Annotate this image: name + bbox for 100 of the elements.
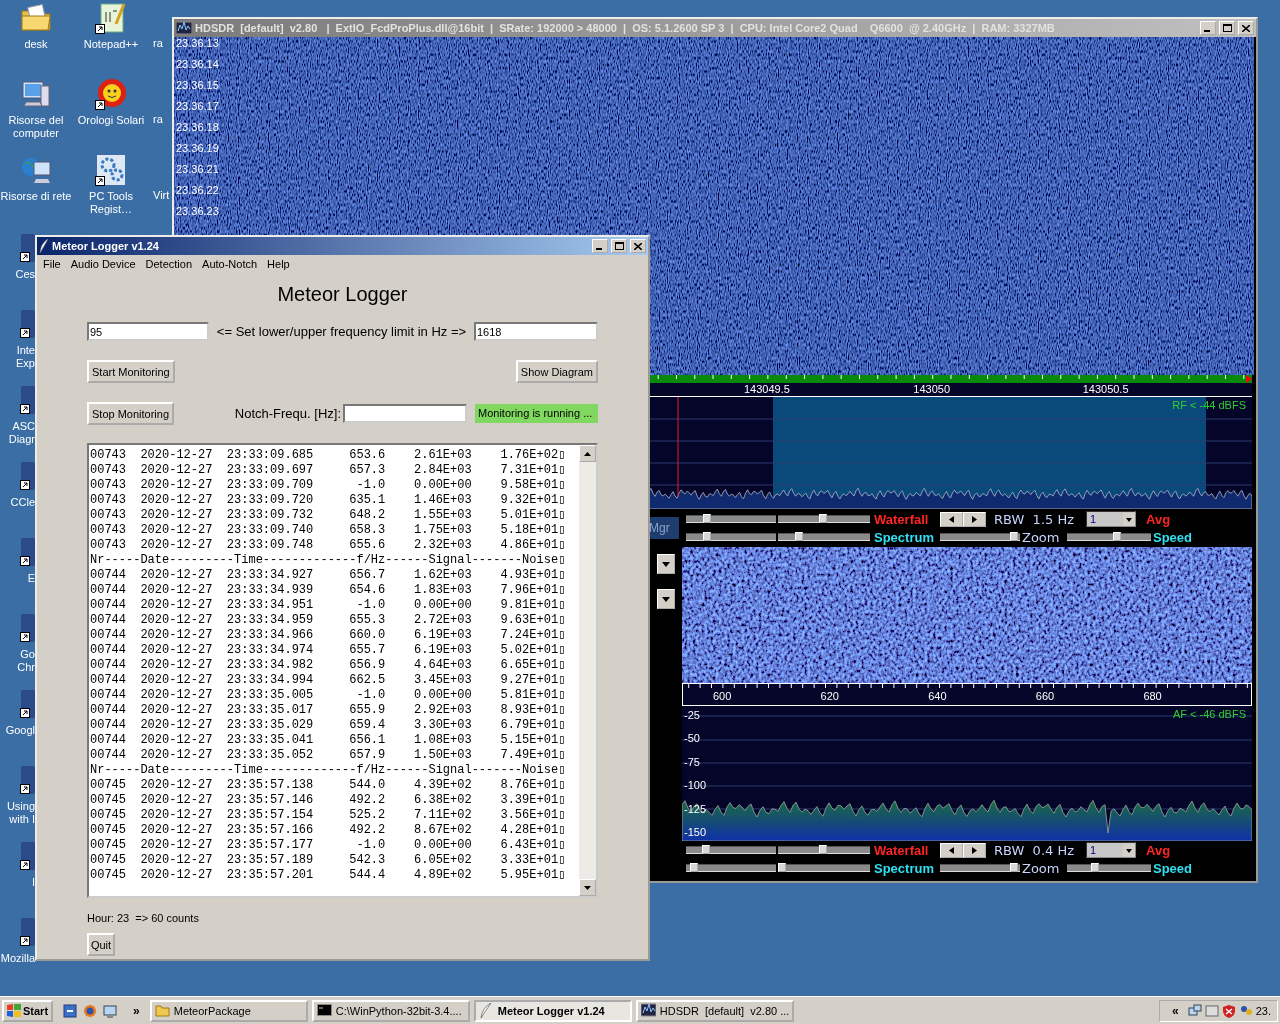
gears-icon[interactable]	[95, 154, 127, 186]
taskbar-button[interactable]: Meteor Logger v1.24	[473, 999, 632, 1022]
icon-label[interactable]: Inte Exp	[16, 344, 35, 370]
shield-icon[interactable]	[1221, 1003, 1236, 1018]
taskbar-button[interactable]: MeteorPackage	[149, 999, 308, 1022]
menu-item[interactable]: Audio Device	[65, 258, 141, 270]
slider-thumb[interactable]	[690, 863, 699, 872]
menu-item[interactable]: Help	[262, 258, 295, 270]
input-field[interactable]: 1618	[474, 322, 598, 341]
icon-label[interactable]: ra	[153, 113, 170, 126]
app-icon[interactable]	[20, 840, 35, 872]
menu-item[interactable]: Detection	[140, 258, 198, 270]
start-button[interactable]: Start	[2, 999, 54, 1022]
status-indicator: Monitoring is running ...	[475, 404, 598, 423]
show-hidden-icons-button[interactable]: «	[1166, 1003, 1185, 1018]
icon-label[interactable]: I	[31, 876, 35, 889]
level-label: -150	[684, 825, 707, 840]
app-icon[interactable]	[20, 916, 35, 948]
folder-icon[interactable]	[20, 2, 52, 34]
level-label: -50	[684, 732, 701, 747]
input-field[interactable]	[343, 404, 467, 423]
slider[interactable]	[778, 846, 870, 854]
manager-button[interactable]: Mgr	[649, 517, 679, 539]
slider-thumb[interactable]	[794, 532, 803, 541]
icon-label[interactable]: ASC Diagr	[8, 420, 35, 446]
slider-thumb[interactable]	[1091, 863, 1100, 872]
slider[interactable]	[686, 515, 776, 523]
input-field[interactable]: 95	[87, 322, 209, 341]
icon-label[interactable]: PC Tools Regist…	[75, 190, 147, 216]
icon-label[interactable]: Risorse di rete	[0, 190, 72, 203]
diagram-button[interactable]: Show Diagram	[515, 360, 598, 383]
right-arrow-button[interactable]	[963, 842, 986, 858]
close-button[interactable]	[630, 239, 646, 253]
slider-thumb[interactable]	[703, 532, 712, 541]
icon-label[interactable]: desk	[24, 38, 48, 51]
icon-label[interactable]: Orologi Solari	[77, 114, 145, 127]
log-line: 00743 2020-12-27 23:33:09.732 648.2 1.55E+03 5.01E+01▯	[90, 508, 567, 523]
time-label: 23.36.23	[176, 205, 219, 219]
log-line: 00745 2020-12-27 23:35:57.154 525.2 7.11E+02 3.56E+01▯	[90, 808, 567, 823]
slider-thumb[interactable]	[1009, 863, 1018, 872]
icon-label[interactable]: E	[27, 572, 35, 585]
app-icon[interactable]	[20, 232, 35, 264]
icon-label[interactable]: Ces	[15, 268, 35, 281]
app-icon[interactable]	[20, 612, 35, 644]
app-icon[interactable]	[20, 460, 35, 492]
scroll-up-button[interactable]	[579, 445, 596, 462]
slider-thumb[interactable]	[819, 845, 828, 854]
quit-button[interactable]: Quit	[87, 933, 115, 956]
right-arrow-button[interactable]	[963, 511, 986, 527]
maximize-button[interactable]	[611, 239, 627, 253]
slider[interactable]	[778, 864, 870, 872]
slider[interactable]	[686, 846, 776, 854]
slider[interactable]	[686, 533, 776, 541]
app-icon[interactable]	[20, 764, 35, 796]
icon-label[interactable]: Using with I	[6, 800, 35, 826]
slider[interactable]	[940, 864, 1020, 872]
icon-label[interactable]: Notepad++	[83, 38, 139, 51]
slider[interactable]	[686, 864, 776, 872]
app-icon[interactable]	[20, 688, 35, 720]
start-button[interactable]: Start Monitoring	[87, 360, 175, 383]
average-dropdown[interactable]: 1	[1086, 511, 1136, 527]
slider-thumb[interactable]	[702, 845, 711, 854]
icon-label[interactable]: Mozilla	[0, 952, 35, 965]
app-icon[interactable]	[20, 384, 35, 416]
slider[interactable]	[778, 533, 870, 541]
slider-thumb[interactable]	[1009, 532, 1018, 541]
notepad-icon[interactable]	[95, 2, 127, 34]
menu-item[interactable]: File	[38, 258, 66, 270]
scroll-down-button[interactable]	[579, 879, 596, 896]
slider[interactable]	[1067, 864, 1151, 872]
menu-item[interactable]: Auto-Notch	[197, 258, 263, 270]
minimize-button[interactable]	[592, 239, 608, 253]
average-dropdown[interactable]: 1	[1086, 842, 1136, 858]
left-arrow-button[interactable]	[940, 842, 963, 858]
sun-face-icon[interactable]	[95, 78, 127, 110]
app-icon[interactable]	[20, 308, 35, 340]
icon-label[interactable]: Virt	[153, 189, 170, 202]
right-arrow-icon	[972, 515, 977, 523]
dropdown-button[interactable]	[656, 589, 675, 609]
computer-icon[interactable]	[20, 78, 52, 110]
left-arrow-button[interactable]	[940, 511, 963, 527]
stop-button[interactable]: Stop Monitoring	[87, 402, 175, 425]
dropdown-button[interactable]	[656, 554, 675, 574]
spectrum-label: Spectrum	[873, 860, 935, 876]
taskbar-button[interactable]: HDSDR [default] v2.80 ...	[635, 999, 794, 1022]
slider[interactable]	[940, 533, 1020, 541]
icon-label[interactable]: CCle	[10, 496, 35, 509]
icon-label[interactable]: Go Chr	[17, 648, 35, 674]
slider-thumb[interactable]	[703, 514, 712, 523]
icon-label[interactable]: Risorse del computer	[0, 114, 72, 140]
slider[interactable]	[778, 515, 870, 523]
icon-label[interactable]: Googl	[5, 724, 35, 737]
slider[interactable]	[1067, 533, 1151, 541]
slider-thumb[interactable]	[778, 863, 786, 872]
more-button[interactable]: »	[127, 1003, 146, 1018]
taskbar-button[interactable]: C:\WinPython-32bit-3.4....	[311, 999, 470, 1022]
slider-thumb[interactable]	[1112, 532, 1121, 541]
slider-thumb[interactable]	[819, 514, 828, 523]
icon-label[interactable]: ra	[153, 37, 170, 50]
app-icon[interactable]	[20, 536, 35, 568]
